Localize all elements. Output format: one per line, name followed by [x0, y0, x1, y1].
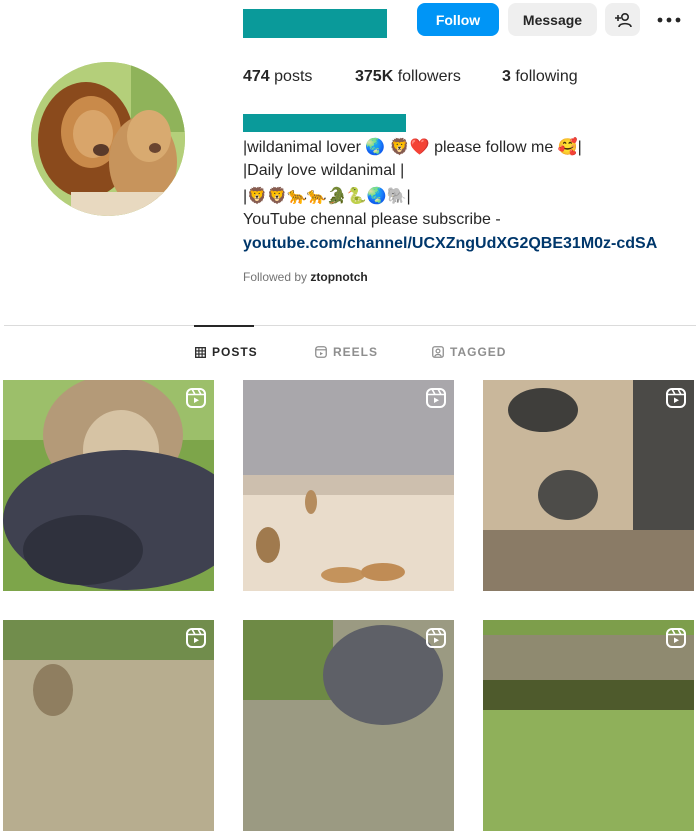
- reel-icon: [666, 388, 686, 408]
- follow-button-label: Follow: [435, 11, 481, 28]
- redacted-username: [243, 9, 387, 38]
- post-thumbnail: [3, 380, 214, 591]
- tab-tagged[interactable]: TAGGED: [432, 345, 506, 359]
- followers-stat[interactable]: 375K followers: [355, 68, 461, 86]
- active-tab-indicator: [194, 325, 254, 327]
- following-stat[interactable]: 3 following: [502, 68, 578, 86]
- followed-by[interactable]: Followed by ztopnotch: [243, 270, 368, 284]
- reel-icon: [186, 388, 206, 408]
- post-tile[interactable]: [483, 620, 694, 831]
- post-tile[interactable]: [3, 620, 214, 831]
- tabs-divider: [4, 325, 696, 326]
- posts-stat: 474 posts: [243, 68, 312, 86]
- avatar-image: [31, 62, 185, 216]
- message-button-label: Message: [522, 11, 583, 28]
- followers-label: followers: [397, 68, 461, 85]
- tab-posts[interactable]: POSTS: [195, 345, 258, 359]
- reel-icon: [186, 628, 206, 648]
- reel-icon: [666, 628, 686, 648]
- post-thumbnail: [3, 620, 214, 831]
- bio-link[interactable]: youtube.com/channel/UCXZngUdXG2QBE31M0z-…: [243, 235, 657, 253]
- tab-reels[interactable]: REELS: [315, 345, 378, 359]
- posts-count: 474: [243, 68, 270, 85]
- bio-line-4: YouTube chennal please subscribe -: [243, 211, 501, 228]
- bio-line-1: |wildanimal lover 🌏 🦁❤️ please follow me…: [243, 139, 582, 156]
- bio-line-2: |Daily love wildanimal |: [243, 162, 405, 179]
- followers-count: 375K: [355, 68, 394, 85]
- post-thumbnail: [483, 620, 694, 831]
- reel-icon: [426, 388, 446, 408]
- post-thumbnail: [483, 380, 694, 591]
- tab-tagged-label: TAGGED: [450, 345, 507, 359]
- post-tile[interactable]: [243, 380, 454, 591]
- post-tile[interactable]: [243, 620, 454, 831]
- redacted-display-name: [243, 114, 406, 132]
- post-thumbnail: [243, 620, 454, 831]
- reels-icon: [315, 346, 327, 358]
- post-thumbnail: [243, 380, 454, 591]
- follow-button[interactable]: Follow: [417, 3, 499, 36]
- tagged-icon: [432, 346, 444, 358]
- followed-by-user: ztopnotch: [310, 270, 368, 284]
- posts-label: posts: [274, 68, 313, 85]
- more-options-button[interactable]: [655, 8, 683, 32]
- grid-icon: [195, 346, 206, 358]
- person-add-icon: [614, 12, 632, 27]
- add-user-button[interactable]: [605, 3, 640, 36]
- profile-avatar[interactable]: [31, 62, 185, 216]
- followed-by-prefix: Followed by: [243, 270, 308, 284]
- reel-icon: [426, 628, 446, 648]
- post-tile[interactable]: [483, 380, 694, 591]
- post-tile[interactable]: [3, 380, 214, 591]
- bio-line-3: |🦁🦁🐆🐆🐊🐍🌏🐘|: [243, 188, 411, 205]
- tab-posts-label: POSTS: [212, 345, 258, 359]
- following-label: following: [515, 68, 578, 85]
- tab-reels-label: REELS: [333, 345, 379, 359]
- following-count: 3: [502, 68, 511, 85]
- message-button[interactable]: Message: [508, 3, 597, 36]
- more-horizontal-icon: [657, 17, 681, 23]
